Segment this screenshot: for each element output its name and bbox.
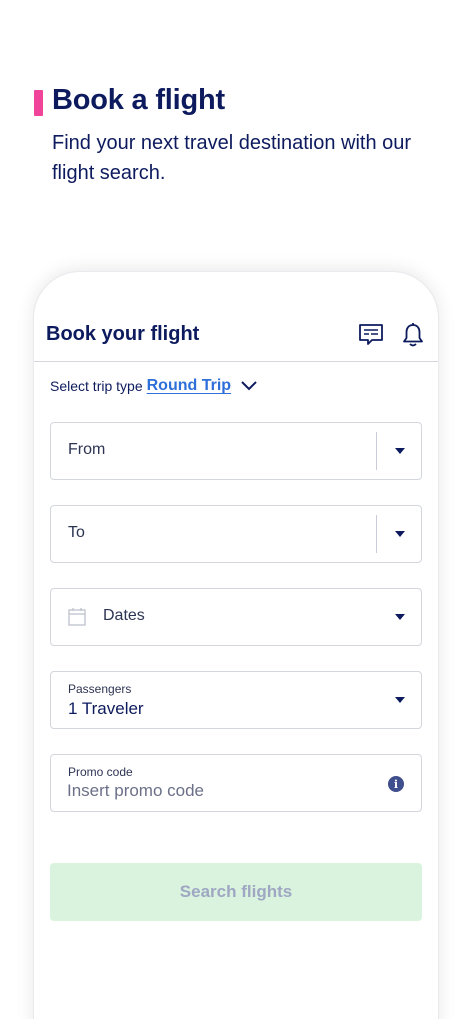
promo-label: Promo code — [68, 765, 133, 779]
passengers-value: 1 Traveler — [68, 699, 144, 718]
caret-down-icon[interactable] — [395, 697, 405, 703]
search-flights-button[interactable]: Search flights — [50, 863, 422, 921]
from-label: From — [68, 441, 106, 458]
caret-down-icon[interactable] — [395, 448, 405, 454]
caret-down-icon[interactable] — [395, 531, 405, 537]
chat-icon[interactable] — [358, 322, 384, 348]
caret-down-icon[interactable] — [395, 614, 405, 620]
chevron-down-icon[interactable] — [241, 381, 257, 391]
passengers-label: Passengers — [68, 682, 132, 696]
hero-subtitle: Find your next travel destination with o… — [52, 132, 412, 184]
info-icon[interactable]: i — [388, 776, 404, 792]
from-field[interactable]: From — [50, 422, 422, 480]
to-field[interactable]: To — [50, 505, 422, 563]
promo-field[interactable]: Promo code i — [50, 754, 422, 812]
phone-frame: Book your flight Select trip type Round … — [34, 272, 438, 1019]
accent-bar — [34, 90, 43, 116]
calendar-icon — [68, 607, 86, 631]
dates-label: Dates — [103, 607, 145, 624]
promo-code-input[interactable] — [67, 781, 367, 801]
to-label: To — [68, 524, 85, 541]
field-divider — [376, 515, 377, 553]
dates-field[interactable]: Dates — [50, 588, 422, 646]
app-title: Book your flight — [46, 323, 200, 345]
hero-title: Book a flight — [52, 84, 226, 116]
field-divider — [376, 432, 377, 470]
trip-type-row: Select trip type Round Trip — [50, 377, 257, 395]
app-header: Book your flight — [34, 316, 438, 362]
passengers-field[interactable]: Passengers 1 Traveler — [50, 671, 422, 729]
bell-icon[interactable] — [400, 322, 426, 348]
trip-type-label: Select trip type — [50, 378, 143, 394]
trip-type-selector[interactable]: Round Trip — [147, 377, 231, 395]
